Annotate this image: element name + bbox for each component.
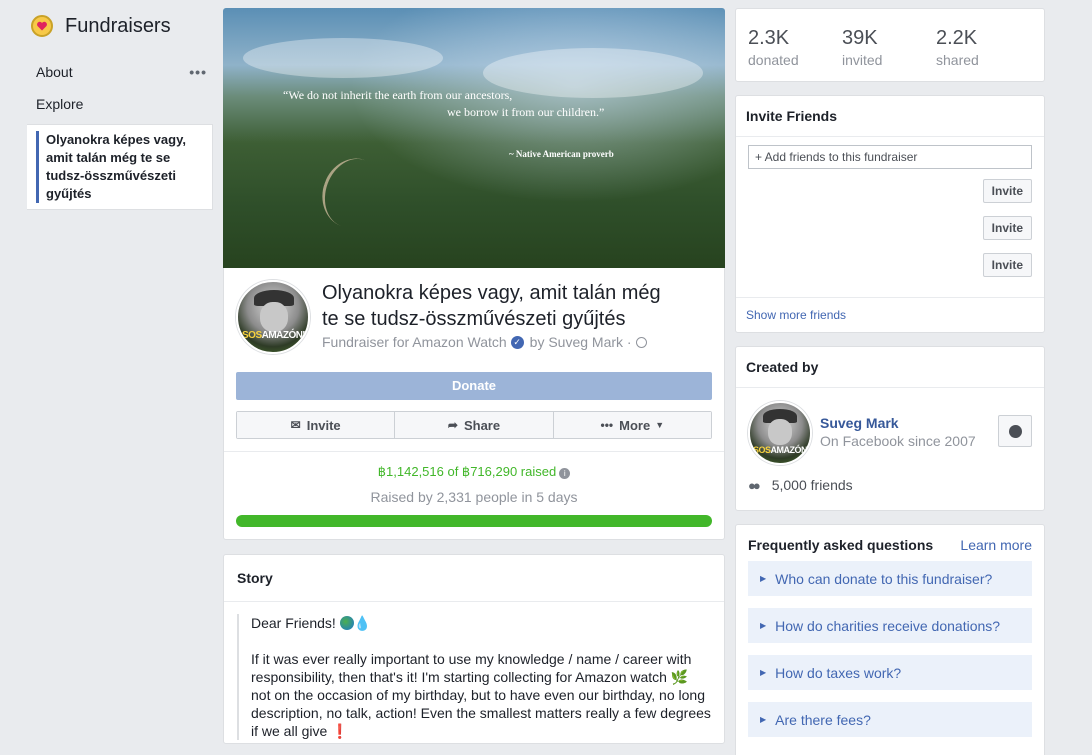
globe-emoji-icon: [339, 616, 354, 630]
stats-card: 2.3K donated 39K invited 2.2K shared: [735, 8, 1045, 82]
messenger-button[interactable]: [998, 415, 1032, 447]
share-arrow-icon: ➦: [447, 418, 458, 432]
invite-button[interactable]: ✉ Invite: [237, 412, 396, 438]
invite-friend-button[interactable]: Invite: [982, 215, 1032, 240]
messenger-icon: [1008, 424, 1022, 438]
invite-list: Invite Invite Invite: [736, 172, 1044, 283]
sidebar-header[interactable]: Fundraisers: [27, 10, 213, 42]
river-shape: [312, 149, 394, 237]
sidebar-item-explore[interactable]: Explore: [27, 88, 213, 120]
cover-quote-attribution: ~ Native American proverb: [509, 149, 614, 159]
invite-friend-button[interactable]: Invite: [982, 252, 1032, 277]
organizer-link[interactable]: by Suveg Mark ·: [530, 334, 632, 350]
active-indicator: [36, 131, 39, 203]
globe-icon: [635, 336, 647, 348]
triangle-right-icon: ▶: [760, 715, 767, 724]
creator-friends: ●● 5,000 friends: [748, 477, 853, 493]
story-greeting: Dear Friends! 💧: [251, 615, 372, 631]
caret-down-icon: ▼: [655, 420, 665, 430]
invite-friends-card: Invite Friends + Add friends to this fun…: [735, 95, 1045, 333]
cover-quote-line2: we borrow it from our children.”: [447, 105, 605, 119]
creator-name-link[interactable]: Suveg Mark: [820, 415, 976, 431]
fundraiser-avatar[interactable]: SOSAMAZÓNI: [236, 280, 310, 354]
main-column: “We do not inherit the earth from our an…: [223, 8, 725, 744]
sidebar-title: Fundraisers: [65, 14, 171, 37]
envelope-icon: ✉: [290, 418, 301, 432]
cover-photo: “We do not inherit the earth from our an…: [223, 8, 725, 268]
created-by-card: Created by SOSAMAZÓNI Suveg Mark On Face…: [735, 346, 1045, 511]
story-card: Story Dear Friends! 💧 If it was ever rea…: [223, 554, 725, 744]
story-body: Dear Friends! 💧 If it was ever really im…: [237, 614, 711, 740]
progress-bar: [236, 515, 712, 527]
friends-icon: ●●: [748, 477, 761, 493]
cover-quote-line1: “We do not inherit the earth from our an…: [283, 88, 513, 102]
add-friends-input[interactable]: + Add friends to this fundraiser: [748, 145, 1032, 169]
more-options-icon[interactable]: •••: [189, 64, 213, 80]
triangle-right-icon: ▶: [760, 574, 767, 583]
sidebar-item-label: Explore: [36, 96, 84, 112]
more-button[interactable]: ••• More ▼: [553, 412, 711, 438]
learn-more-link[interactable]: Learn more: [960, 537, 1032, 553]
faq-heading: Frequently asked questions: [748, 537, 934, 553]
list-item: Invite: [748, 246, 1032, 283]
invite-friend-button[interactable]: Invite: [982, 178, 1032, 203]
stat-donated: 2.3K donated: [748, 27, 799, 68]
story-heading: Story: [224, 555, 724, 602]
right-column: 2.3K donated 39K invited 2.2K shared Inv…: [735, 8, 1045, 755]
share-button[interactable]: ➦ Share: [395, 412, 554, 438]
invite-heading: Invite Friends: [736, 96, 1044, 137]
faq-item[interactable]: ▶ How do taxes work?: [748, 655, 1032, 690]
created-by-heading: Created by: [736, 347, 1044, 388]
triangle-right-icon: ▶: [760, 621, 767, 630]
donate-button[interactable]: Donate: [236, 372, 712, 400]
creator-row: SOSAMAZÓNI Suveg Mark On Facebook since …: [736, 388, 1044, 465]
story-paragraph: If it was ever really important to use m…: [251, 651, 711, 739]
faq-card: Frequently asked questions Learn more ▶ …: [735, 524, 1045, 755]
sidebar-item-current-fundraiser[interactable]: Olyanokra képes vagy, amit talán még te …: [27, 124, 213, 210]
raised-by-text: Raised by 2,331 people in 5 days: [370, 489, 578, 505]
faq-item[interactable]: ▶ How do charities receive donations?: [748, 608, 1032, 643]
faq-item[interactable]: ▶ Are there fees?: [748, 702, 1032, 737]
fundraiser-title: Olyanokra képes vagy, amit talán még te …: [322, 282, 661, 330]
fundraiser-byline: Fundraiser for Amazon Watch ✓ by Suveg M…: [322, 334, 662, 350]
fundraiser-info-card: SOSAMAZÓNI Olyanokra képes vagy, amit ta…: [223, 268, 725, 540]
list-item: Invite: [748, 209, 1032, 246]
sidebar-item-label: Olyanokra képes vagy, amit talán még te …: [46, 132, 186, 201]
fundraiser-heart-icon: [31, 15, 53, 37]
leaf-emoji-icon: 🌿: [670, 669, 689, 685]
left-sidebar: Fundraisers About ••• Explore Olyanokra …: [27, 10, 213, 210]
exclamation-emoji-icon: ❗: [331, 723, 349, 739]
info-icon[interactable]: i: [559, 468, 571, 479]
beneficiary-link[interactable]: Fundraiser for Amazon Watch: [322, 334, 507, 350]
list-item: Invite: [748, 172, 1032, 209]
creator-since: On Facebook since 2007: [820, 433, 976, 449]
more-dots-icon: •••: [600, 418, 614, 432]
stat-shared: 2.2K shared: [936, 27, 979, 68]
triangle-right-icon: ▶: [760, 668, 767, 677]
sidebar-item-about[interactable]: About •••: [27, 56, 213, 88]
action-bar: ✉ Invite ➦ Share ••• More ▼: [236, 411, 712, 439]
stat-invited: 39K invited: [842, 27, 883, 68]
sidebar-item-label: About: [36, 64, 73, 80]
cloud-shape: [243, 38, 443, 78]
progress-section: ฿1,142,516 of ฿716,290 raised i Raised by…: [224, 451, 724, 539]
amount-raised: ฿1,142,516 of ฿716,290 raised i: [236, 464, 712, 480]
faq-item[interactable]: ▶ Who can donate to this fundraiser?: [748, 561, 1032, 596]
droplet-emoji-icon: 💧: [353, 615, 372, 631]
creator-avatar[interactable]: SOSAMAZÓNI: [748, 401, 812, 465]
verified-badge-icon: ✓: [510, 335, 524, 349]
show-more-friends-link[interactable]: Show more friends: [736, 297, 1044, 332]
cloud-shape: [483, 48, 703, 98]
